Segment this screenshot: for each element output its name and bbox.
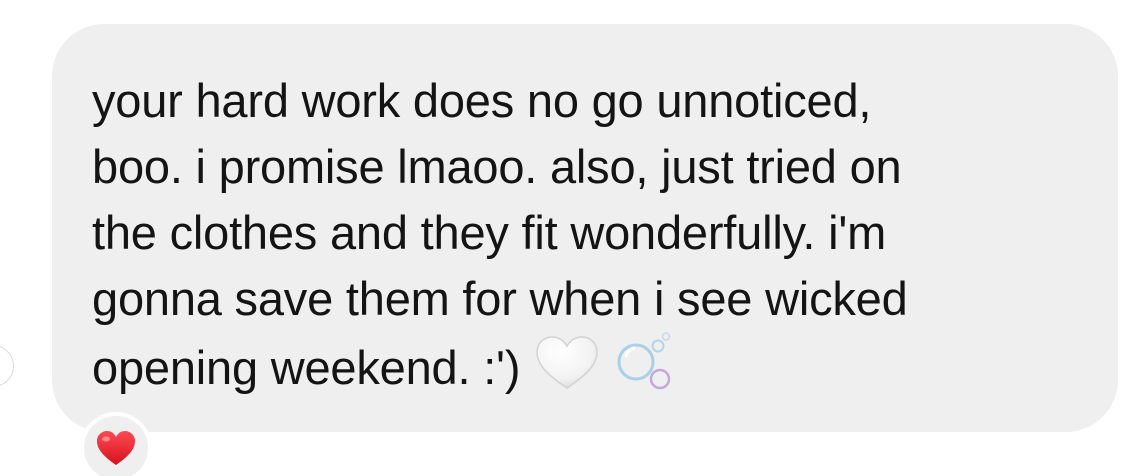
red-heart-icon (97, 431, 135, 465)
message-line: the clothes and they fit wonderfully. i'… (92, 206, 887, 259)
reaction-badge[interactable] (80, 412, 152, 476)
avatar[interactable] (0, 345, 14, 387)
message-line: your hard work does no go unnoticed, (92, 74, 872, 127)
dm-thread: your hard work does no go unnoticed, boo… (0, 0, 1131, 476)
white-heart-icon (534, 334, 600, 392)
message-line: boo. i promise lmaoo. also, just tried o… (92, 140, 902, 193)
message-line: opening weekend. :') (92, 341, 521, 394)
message-line-last: opening weekend. :') (92, 332, 1092, 401)
message-text: your hard work does no go unnoticed, boo… (92, 68, 1092, 401)
message-line: gonna save them for when i see wicked (92, 272, 908, 325)
bubbles-icon (614, 332, 676, 392)
